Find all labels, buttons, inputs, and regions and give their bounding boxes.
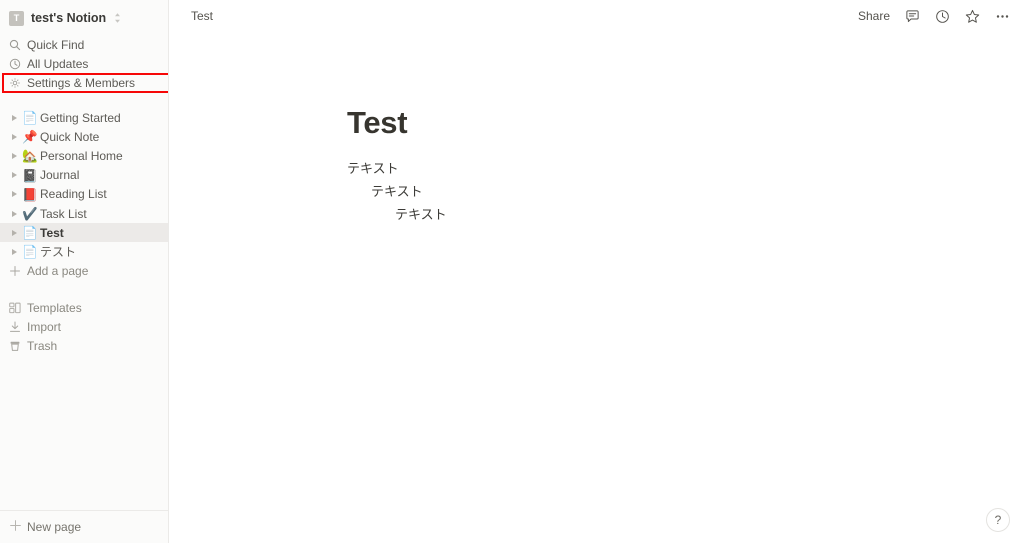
import-icon — [9, 321, 25, 333]
page-label: Quick Note — [40, 129, 100, 144]
page-label: Test — [40, 225, 64, 240]
document-blocks: テキスト テキスト テキスト — [347, 158, 1024, 227]
page-label: Task List — [40, 206, 87, 221]
sidebar-item-label: Import — [27, 320, 62, 334]
sidebar-item-label: All Updates — [27, 56, 89, 71]
sidebar-page-quick-note[interactable]: 📌 Quick Note — [0, 127, 168, 146]
page-icon: 📕 — [22, 186, 38, 202]
plus-icon — [9, 519, 25, 535]
page-icon: 📓 — [22, 167, 38, 183]
sidebar-item-all-updates[interactable]: All Updates — [0, 54, 168, 73]
sidebar-item-settings-members[interactable]: Settings & Members — [0, 73, 168, 92]
sidebar-page-task-list[interactable]: ✔️ Task List — [0, 204, 168, 223]
workspace-avatar: T — [9, 10, 24, 26]
text-block[interactable]: テキスト — [395, 204, 1024, 227]
sidebar-scroll-area[interactable]: T test's Notion Quick Find All Updates S… — [0, 0, 168, 510]
disclosure-triangle-icon[interactable] — [8, 191, 21, 198]
page-icon: 📌 — [22, 129, 38, 145]
sidebar-utility-group: Templates Import Trash — [0, 299, 168, 356]
new-page-label: New page — [27, 520, 82, 534]
sidebar-page-getting-started[interactable]: 📄 Getting Started — [0, 108, 168, 127]
page-label: Reading List — [40, 187, 107, 202]
sidebar: T test's Notion Quick Find All Updates S… — [0, 0, 169, 543]
sidebar-page-personal-home[interactable]: 🏡 Personal Home — [0, 146, 168, 165]
templates-icon — [9, 302, 25, 314]
page-label: Getting Started — [40, 110, 121, 125]
document-body: Test テキスト テキスト テキスト — [169, 32, 1024, 227]
page-title[interactable]: Test — [347, 104, 1024, 142]
sidebar-item-label: Templates — [27, 301, 82, 315]
page-label: Journal — [40, 168, 80, 183]
sidebar-add-a-page[interactable]: Add a page — [0, 262, 168, 281]
disclosure-triangle-icon[interactable] — [8, 210, 21, 217]
disclosure-triangle-icon[interactable] — [8, 114, 21, 121]
share-button[interactable]: Share — [858, 9, 890, 23]
sidebar-pages-list: 📄 Getting Started 📌 Quick Note 🏡 Persona… — [0, 108, 168, 281]
workspace-switcher[interactable]: T test's Notion — [0, 5, 168, 31]
sidebar-page-test[interactable]: 📄 Test — [0, 223, 168, 243]
disclosure-triangle-icon[interactable] — [8, 229, 21, 236]
main-content-area: Test Share Test テキスト テキスト テキスト ? — [169, 0, 1024, 543]
sidebar-item-label: Settings & Members — [27, 75, 136, 90]
sidebar-item-label: Add a page — [27, 264, 89, 278]
plus-icon — [9, 265, 25, 277]
page-icon: 📄 — [22, 244, 38, 260]
clock-history-icon[interactable] — [934, 8, 950, 24]
text-block[interactable]: テキスト — [371, 181, 1024, 204]
sidebar-item-import[interactable]: Import — [0, 318, 168, 337]
more-horizontal-icon[interactable] — [994, 8, 1010, 24]
chevron-up-down-icon — [115, 13, 121, 23]
page-label: テスト — [40, 245, 77, 260]
workspace-name: test's Notion — [31, 11, 107, 25]
topbar-actions: Share — [858, 8, 1010, 24]
disclosure-triangle-icon[interactable] — [8, 152, 21, 159]
notion-app-window: T test's Notion Quick Find All Updates S… — [0, 0, 1024, 543]
star-icon[interactable] — [964, 8, 980, 24]
search-icon — [9, 39, 25, 51]
disclosure-triangle-icon[interactable] — [8, 248, 21, 255]
text-block[interactable]: テキスト — [347, 158, 1024, 181]
sidebar-page-journal[interactable]: 📓 Journal — [0, 166, 168, 185]
page-icon: 📄 — [22, 110, 38, 126]
sidebar-item-label: Quick Find — [27, 37, 85, 52]
sidebar-item-quick-find[interactable]: Quick Find — [0, 35, 168, 54]
new-page-button[interactable]: New page — [0, 510, 168, 543]
clock-icon — [9, 58, 25, 70]
gear-icon — [9, 77, 25, 89]
sidebar-item-templates[interactable]: Templates — [0, 299, 168, 318]
sidebar-item-trash[interactable]: Trash — [0, 337, 168, 356]
disclosure-triangle-icon[interactable] — [8, 133, 21, 140]
sidebar-nav-group: Quick Find All Updates Settings & Member… — [0, 35, 168, 93]
page-icon: ✔️ — [22, 206, 38, 222]
page-icon: 🏡 — [22, 148, 38, 164]
sidebar-item-label: Trash — [27, 339, 58, 353]
sidebar-page-reading-list[interactable]: 📕 Reading List — [0, 185, 168, 204]
help-button[interactable]: ? — [986, 508, 1010, 532]
page-icon: 📄 — [22, 225, 38, 241]
breadcrumb[interactable]: Test — [191, 9, 213, 23]
topbar: Test Share — [169, 0, 1024, 32]
settings-row-wrapper: Settings & Members — [0, 73, 168, 93]
disclosure-triangle-icon[interactable] — [8, 172, 21, 179]
sidebar-page-tesuto[interactable]: 📄 テスト — [0, 242, 168, 261]
page-label: Personal Home — [40, 148, 123, 163]
trash-icon — [9, 340, 25, 352]
comment-icon[interactable] — [904, 8, 920, 24]
